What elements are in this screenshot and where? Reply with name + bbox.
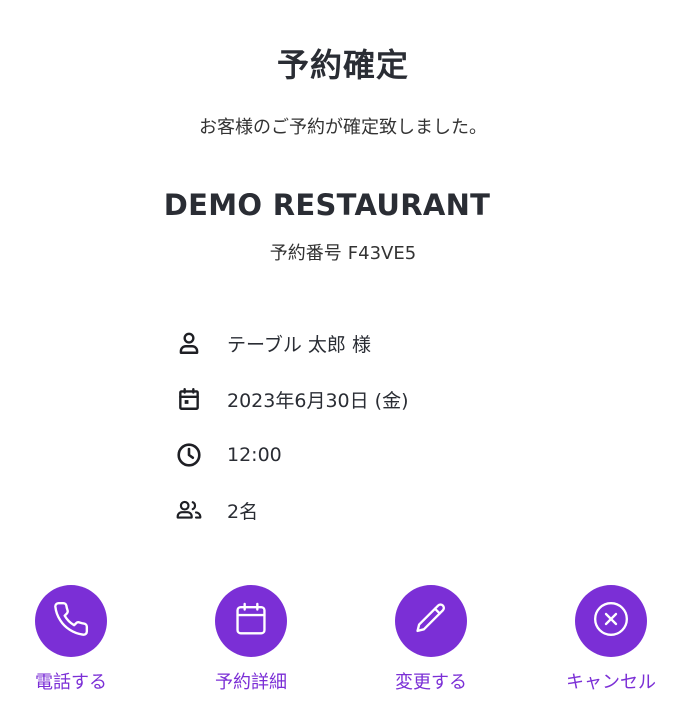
edit-label[interactable]: 変更する [361,668,501,694]
pencil-icon [412,600,450,642]
date-row: 2023年6月30日 (金) [174,384,408,414]
confirmation-message: お客様のご予約が確定致しました。 [199,117,487,138]
reservation-number-row: 予約番号 F43VE5 [0,239,686,265]
call-action: 電話する [1,585,141,694]
page-title: 予約確定 [276,46,409,84]
calendar-icon [174,384,204,414]
reservation-number-label: 予約番号 [269,243,342,264]
cancel-label[interactable]: キャンセル [541,668,681,694]
call-label[interactable]: 電話する [1,668,141,694]
time-row: 12:00 [174,440,282,470]
calendar-icon [232,600,270,642]
edit-action: 変更する [361,585,501,694]
guest-name: テーブル 太郎 様 [227,333,371,356]
call-button[interactable] [35,585,107,657]
cancel-action: キャンセル [541,585,681,694]
reservation-date: 2023年6月30日 (金) [227,389,409,412]
phone-icon [52,600,90,642]
details-action: 予約詳細 [181,585,321,694]
reservation-number: F43VE5 [347,243,417,264]
guest-name-row: テーブル 太郎 様 [174,328,371,358]
party-size: 2名 [227,500,259,523]
edit-button[interactable] [395,585,467,657]
restaurant-name: DEMO RESTAURANT [163,188,491,222]
cancel-button[interactable] [575,585,647,657]
clock-icon [174,440,204,470]
people-icon [174,495,204,525]
reservation-details-button[interactable] [215,585,287,657]
close-circle-icon [591,599,631,643]
user-icon [174,328,204,358]
reservation-time: 12:00 [227,444,282,466]
reservation-details-label[interactable]: 予約詳細 [181,668,321,694]
party-size-row: 2名 [174,495,258,525]
